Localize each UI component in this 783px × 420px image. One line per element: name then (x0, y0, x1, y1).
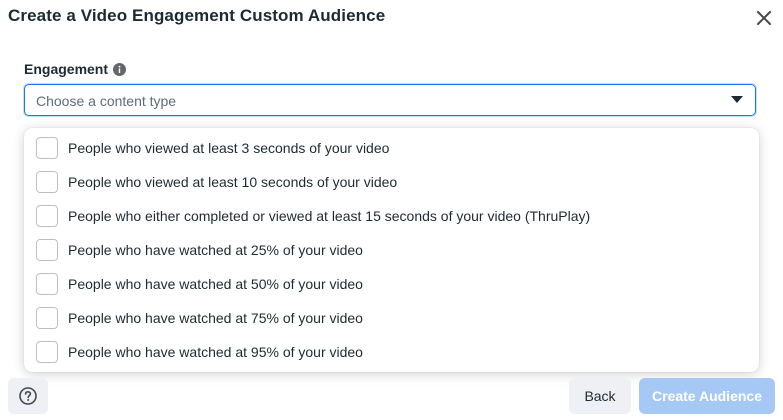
content-type-placeholder: Choose a content type (36, 93, 177, 109)
option-label: People who viewed at least 10 seconds of… (68, 174, 398, 190)
checkbox[interactable] (36, 171, 58, 193)
checkbox[interactable] (36, 205, 58, 227)
content-type-dropdown: People who viewed at least 3 seconds of … (24, 128, 759, 372)
help-button[interactable] (8, 378, 48, 414)
checkbox[interactable] (36, 239, 58, 261)
checkbox[interactable] (36, 307, 58, 329)
option-label: People who have watched at 95% of your v… (68, 344, 363, 360)
back-button[interactable]: Back (569, 378, 631, 414)
checkbox[interactable] (36, 137, 58, 159)
checkbox[interactable] (36, 273, 58, 295)
engagement-label: Engagement (24, 61, 127, 77)
close-icon (757, 11, 771, 25)
option-label: People who viewed at least 3 seconds of … (68, 140, 390, 156)
option-watched-95-percent[interactable]: People who have watched at 95% of your v… (24, 336, 759, 370)
video-engagement-audience-dialog: Create a Video Engagement Custom Audienc… (0, 0, 783, 420)
option-watched-25-percent[interactable]: People who have watched at 25% of your v… (24, 234, 759, 268)
close-button[interactable] (752, 6, 776, 30)
option-label: People who either completed or viewed at… (68, 208, 591, 224)
create-audience-button[interactable]: Create Audience (639, 378, 775, 414)
option-viewed-10-seconds[interactable]: People who viewed at least 10 seconds of… (24, 166, 759, 200)
content-type-select[interactable]: Choose a content type (24, 84, 756, 116)
engagement-label-text: Engagement (24, 61, 109, 77)
checkbox[interactable] (36, 341, 58, 363)
option-label: People who have watched at 75% of your v… (68, 310, 363, 326)
option-watched-50-percent[interactable]: People who have watched at 50% of your v… (24, 268, 759, 302)
info-icon[interactable] (113, 62, 127, 76)
caret-down-icon (731, 96, 743, 103)
help-icon (19, 387, 37, 405)
option-thruplay[interactable]: People who either completed or viewed at… (24, 200, 759, 234)
dialog-title: Create a Video Engagement Custom Audienc… (8, 6, 386, 25)
option-watched-75-percent[interactable]: People who have watched at 75% of your v… (24, 302, 759, 336)
option-label: People who have watched at 50% of your v… (68, 276, 363, 292)
option-label: People who have watched at 25% of your v… (68, 242, 363, 258)
option-viewed-3-seconds[interactable]: People who viewed at least 3 seconds of … (24, 132, 759, 166)
